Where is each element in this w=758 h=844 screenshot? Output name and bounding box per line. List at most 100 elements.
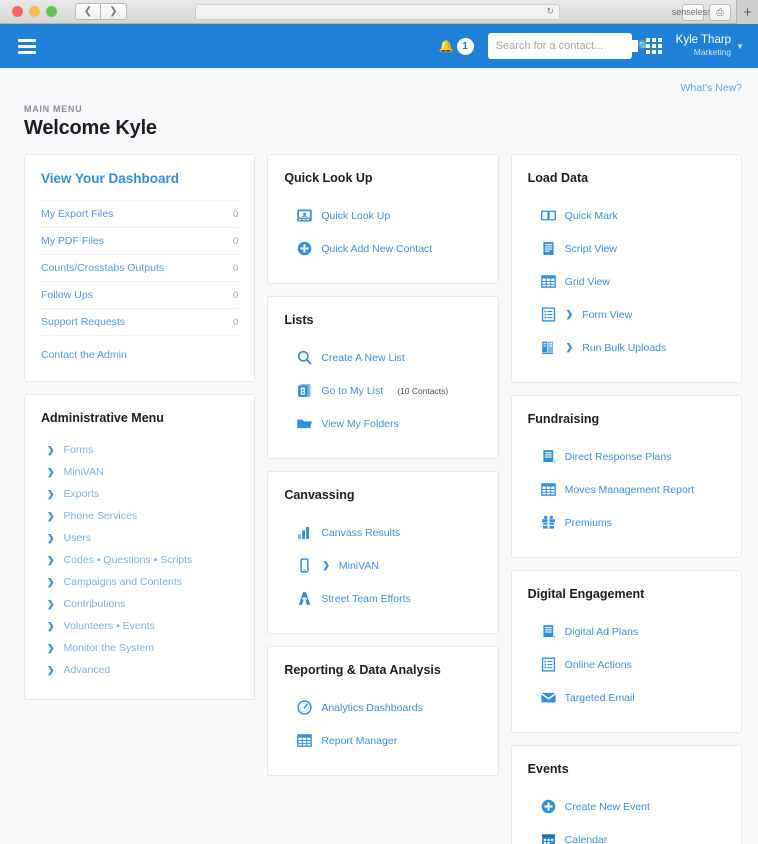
table-grid-icon	[297, 734, 313, 747]
close-window-button[interactable]	[12, 6, 23, 17]
link-label: Script View	[564, 242, 617, 255]
notifications-button[interactable]: 🔔 1	[439, 37, 474, 55]
window-traffic-lights	[4, 6, 57, 17]
sidebar-item-label: Monitor the System	[63, 642, 154, 654]
reload-icon[interactable]: ↻	[546, 6, 554, 17]
contact-admin-link[interactable]: Contact the Admin	[41, 349, 127, 361]
dashboard-link[interactable]: Support Requests	[41, 316, 125, 328]
sidebar-item-forms[interactable]: ❯ Forms	[41, 439, 238, 461]
link-premiums[interactable]: Premiums	[528, 506, 725, 539]
link-form-view[interactable]: ❯ Form View	[528, 298, 725, 331]
dashboard-link[interactable]: My PDF Files	[41, 235, 104, 247]
link-go-to-my-list[interactable]: Go to My List (10 Contacts)	[284, 374, 481, 407]
link-label: Calendar	[564, 833, 608, 844]
link-analytics-dashboards[interactable]: Analytics Dashboards	[284, 691, 481, 724]
link-label: Moves Management Report	[564, 483, 695, 496]
link-quick-mark[interactable]: Quick Mark	[528, 199, 725, 232]
search-box[interactable]: 🔍	[487, 33, 651, 59]
table-grid-icon	[540, 275, 556, 288]
back-button[interactable]: ❮	[75, 3, 101, 20]
link-run-bulk-uploads[interactable]: ❯ Run Bulk Uploads	[528, 331, 725, 364]
sidebar-item-monitor-the-system[interactable]: ❯ Monitor the System	[41, 637, 238, 659]
dashboard-link[interactable]: Follow Ups	[41, 289, 93, 301]
sidebar-item-campaigns-and-contents[interactable]: ❯ Campaigns and Contents	[41, 571, 238, 593]
whats-new-link[interactable]: What's New?	[680, 82, 742, 94]
user-menu[interactable]: Kyle Tharp Marketing ▼	[676, 34, 744, 58]
sidebar-item-users[interactable]: ❯ Users	[41, 527, 238, 549]
link-grid-view[interactable]: Grid View	[528, 265, 725, 298]
search-input[interactable]	[495, 40, 638, 52]
link-digital-ad-plans[interactable]: Digital Ad Plans	[528, 615, 725, 648]
dashboard-link[interactable]: My Export Files	[41, 208, 113, 220]
sidebar-item-label: Volunteers • Events	[63, 620, 155, 632]
bulk-upload-icon	[541, 341, 553, 354]
link-canvass-results[interactable]: Canvass Results	[284, 516, 481, 549]
link-create-a-new-list[interactable]: Create A New List	[284, 341, 481, 374]
sidebar-item-advanced[interactable]: ❯ Advanced	[41, 659, 238, 681]
card-canvassing: Canvassing Canvass Results ❯ MiniVAN Str…	[267, 471, 499, 634]
link-report-manager[interactable]: Report Manager	[284, 724, 481, 757]
sidebar-item-contributions[interactable]: ❯ Contributions	[41, 593, 238, 615]
card-title[interactable]: View Your Dashboard	[41, 171, 238, 186]
table-row[interactable]: My Export Files 0	[41, 200, 239, 227]
card-administrative-menu: Administrative Menu ❯ Forms ❯ MiniVAN ❯ …	[24, 394, 256, 700]
sidebar-item-label: Advanced	[63, 664, 111, 676]
forward-button[interactable]: ❯	[101, 3, 127, 20]
new-tab-button[interactable]: +	[736, 0, 758, 24]
minimize-window-button[interactable]	[29, 6, 40, 17]
link-quick-look-up[interactable]: Quick Look Up	[284, 199, 481, 232]
sidebar-item-exports[interactable]: ❯ Exports	[41, 483, 238, 505]
app-header: 🔔 1 🔍 Kyle Tharp Marketing ▼	[0, 24, 758, 68]
link-calendar[interactable]: Calendar	[528, 823, 725, 844]
whats-new-row: What's New?	[0, 68, 758, 96]
browser-nav-arrows: ❮ ❯	[75, 3, 127, 20]
maximize-window-button[interactable]	[46, 6, 57, 17]
contact-admin-row[interactable]: Contact the Admin	[41, 335, 239, 363]
sidebar-item-label: Contributions	[63, 598, 126, 610]
table-row[interactable]: Counts/Crosstabs Outputs 0	[41, 254, 239, 281]
link-minivan[interactable]: ❯ MiniVAN	[284, 549, 481, 582]
column-right: Load Data Quick Mark Script View Grid Vi…	[510, 154, 742, 844]
table-row[interactable]: Follow Ups 0	[41, 281, 239, 308]
contact-card-icon	[297, 209, 313, 222]
link-label: Premiums	[564, 516, 612, 529]
link-label: Report Manager	[321, 734, 398, 747]
address-bar[interactable]: ↻	[195, 3, 560, 20]
link-targeted-email[interactable]: Targeted Email	[528, 681, 725, 714]
envelope-icon	[540, 692, 556, 703]
dashboard-count: 0	[233, 208, 239, 220]
sidebar-item-codes-questions-scripts[interactable]: ❯ Codes • Questions • Scripts	[41, 549, 238, 571]
gift-icon	[541, 515, 555, 529]
card-reporting-data-analysis: Reporting & Data Analysis Analytics Dash…	[267, 646, 499, 776]
link-script-view[interactable]: Script View	[528, 232, 725, 265]
link-create-new-event[interactable]: Create New Event	[528, 790, 725, 823]
script-document-icon	[543, 242, 554, 255]
table-row[interactable]: My PDF Files 0	[41, 227, 239, 254]
link-quick-add-new-contact[interactable]: Quick Add New Contact	[284, 232, 481, 265]
sidebar-item-phone-services[interactable]: ❯ Phone Services	[41, 505, 238, 527]
grid-apps-icon[interactable]	[645, 38, 662, 54]
hamburger-icon[interactable]	[14, 35, 40, 58]
sidebar-item-volunteers-events[interactable]: ❯ Volunteers • Events	[41, 615, 238, 637]
link-moves-management-report[interactable]: Moves Management Report	[528, 473, 725, 506]
list-contact-count: (10 Contacts)	[397, 385, 449, 396]
chevron-right-icon: ❯	[47, 576, 55, 587]
sidebar-item-minivan[interactable]: ❯ MiniVAN	[41, 461, 238, 483]
link-online-actions[interactable]: Online Actions	[528, 648, 725, 681]
tabs-icon[interactable]: ⎙	[709, 3, 731, 21]
card-title: Quick Look Up	[284, 171, 373, 185]
card-events: Events Create New Event Calendar	[510, 745, 742, 844]
dashboard-link[interactable]: Counts/Crosstabs Outputs	[41, 262, 164, 274]
link-label: MiniVAN	[338, 559, 379, 572]
street-team-icon	[299, 592, 311, 605]
link-street-team-efforts[interactable]: Street Team Efforts	[284, 582, 481, 615]
share-icon[interactable]: senseless;	[672, 3, 714, 21]
link-view-my-folders[interactable]: View My Folders	[284, 407, 481, 440]
link-direct-response-plans[interactable]: Direct Response Plans	[528, 440, 725, 473]
card-title: Lists	[284, 313, 314, 327]
table-row[interactable]: Support Requests 0	[41, 308, 239, 335]
chevron-down-icon: ▼	[736, 41, 744, 51]
card-load-data: Load Data Quick Mark Script View Grid Vi…	[510, 154, 742, 383]
column-middle: Quick Look Up Quick Look Up Quick Add Ne…	[267, 154, 499, 776]
card-quick-look-up: Quick Look Up Quick Look Up Quick Add Ne…	[267, 154, 499, 284]
